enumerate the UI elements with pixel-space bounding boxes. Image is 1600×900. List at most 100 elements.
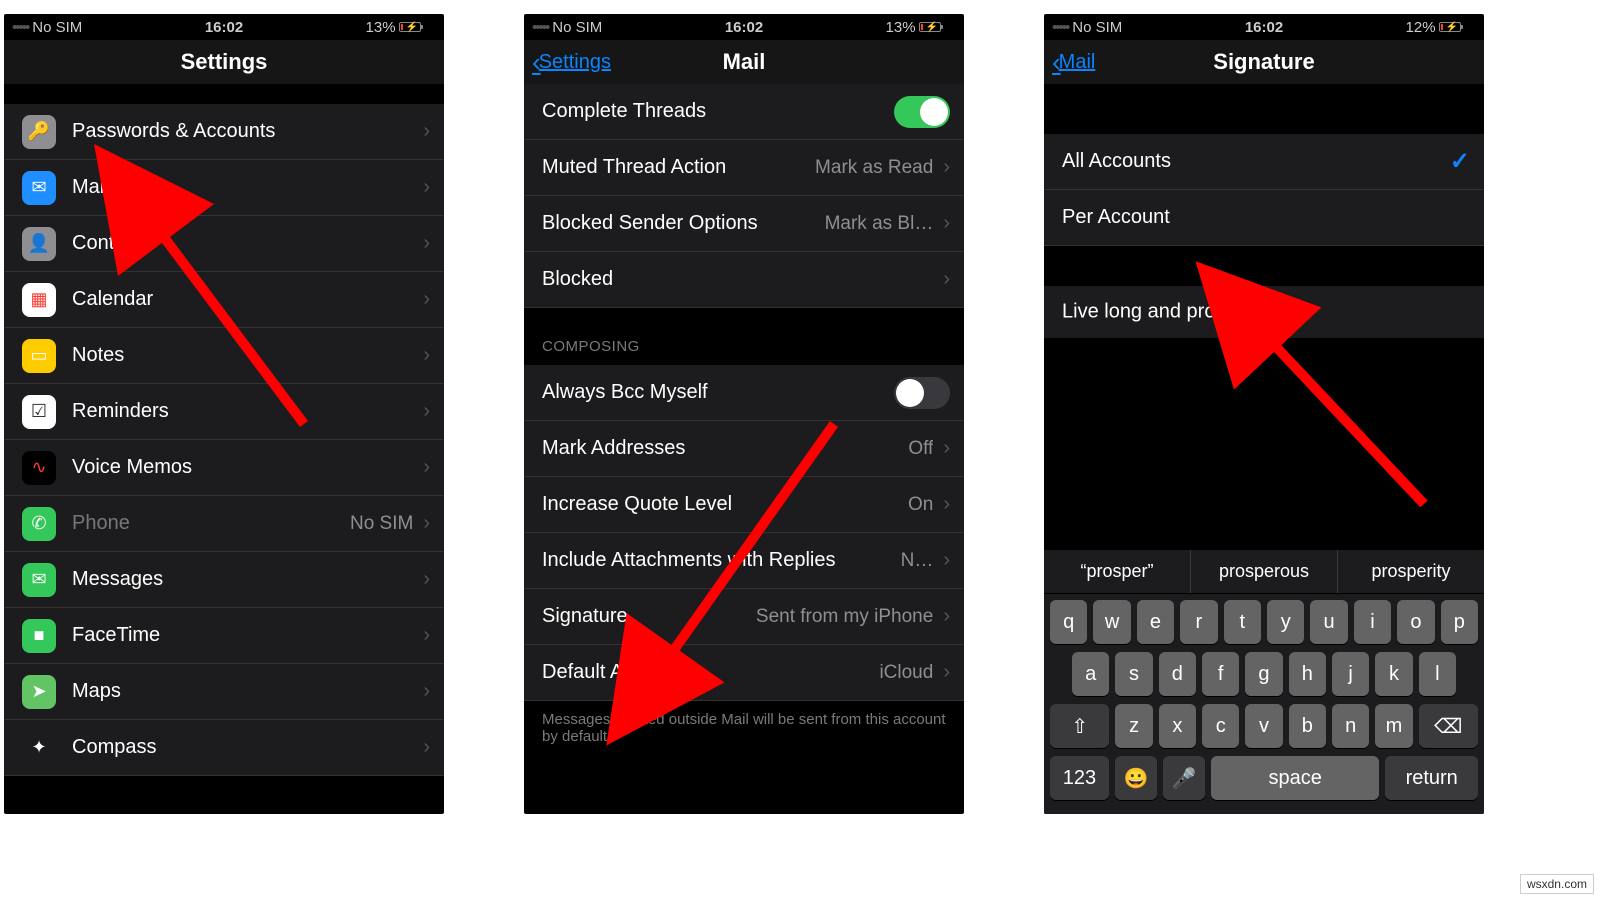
phone-icon: ✆: [22, 507, 56, 541]
suggestion-bar[interactable]: “prosper” prosperous prosperity: [1044, 550, 1484, 594]
status-bar: ••••• No SIM 16:02 13%⚡: [4, 14, 444, 40]
key-b[interactable]: b: [1289, 704, 1326, 748]
mail-icon: ✉︎: [22, 171, 56, 205]
suggestion[interactable]: prosperous: [1191, 550, 1338, 593]
row-label: Voice Memos: [72, 456, 413, 479]
key-r[interactable]: r: [1180, 600, 1217, 644]
page-title: Mail: [723, 49, 766, 75]
settings-row-messages[interactable]: ✉ Messages ›: [4, 552, 444, 608]
suggestion[interactable]: prosperity: [1338, 550, 1484, 593]
mic-key[interactable]: 🎤: [1163, 756, 1205, 800]
row-value: Mark as Read: [815, 157, 933, 179]
key-z[interactable]: z: [1115, 704, 1152, 748]
navbar-signature: ‹Mail Signature: [1044, 40, 1484, 84]
mail-row[interactable]: Mark AddressesOff›: [524, 421, 964, 477]
chevron-right-icon: ›: [943, 437, 950, 460]
composing-header: COMPOSING: [524, 308, 964, 365]
page-title: Settings: [181, 49, 268, 75]
row-label: Passwords & Accounts: [72, 120, 413, 143]
key-a[interactable]: a: [1072, 652, 1109, 696]
key-e[interactable]: e: [1137, 600, 1174, 644]
mail-row[interactable]: Blocked›: [524, 252, 964, 308]
numbers-key[interactable]: 123: [1050, 756, 1109, 800]
chevron-right-icon: ›: [423, 736, 430, 759]
settings-row-facetime[interactable]: ■ FaceTime ›: [4, 608, 444, 664]
chevron-right-icon: ›: [423, 120, 430, 143]
key-j[interactable]: j: [1332, 652, 1369, 696]
watermark: wsxdn.com: [1520, 874, 1594, 894]
delete-key[interactable]: ⌫: [1419, 704, 1478, 748]
key-q[interactable]: q: [1050, 600, 1087, 644]
row-label: Signature: [542, 605, 748, 628]
signature-input[interactable]: Live long and prosper: [1044, 286, 1484, 338]
key-t[interactable]: t: [1224, 600, 1261, 644]
mail-row[interactable]: Muted Thread ActionMark as Read›: [524, 140, 964, 196]
key-k[interactable]: k: [1375, 652, 1412, 696]
emoji-key[interactable]: 😀: [1115, 756, 1157, 800]
settings-row-calendar[interactable]: ▦ Calendar ›: [4, 272, 444, 328]
chevron-right-icon: ›: [423, 232, 430, 255]
key-p[interactable]: p: [1441, 600, 1478, 644]
row-value: Off: [908, 438, 933, 460]
settings-row-notes[interactable]: ▭ Notes ›: [4, 328, 444, 384]
toggle[interactable]: [894, 377, 950, 409]
key-o[interactable]: o: [1397, 600, 1434, 644]
settings-row-reminders[interactable]: ☑ Reminders ›: [4, 384, 444, 440]
mail-row[interactable]: Increase Quote LevelOn›: [524, 477, 964, 533]
settings-row-mail[interactable]: ✉︎ Mail ›: [4, 160, 444, 216]
chevron-right-icon: ›: [423, 344, 430, 367]
facetime-icon: ■: [22, 619, 56, 653]
mail-row[interactable]: Complete Threads: [524, 84, 964, 140]
passwords-icon: 🔑: [22, 115, 56, 149]
row-label: Contacts: [72, 232, 413, 255]
row-label: Complete Threads: [542, 100, 894, 123]
settings-row-contacts[interactable]: 👤 Contacts ›: [4, 216, 444, 272]
threads-list: Complete Threads Muted Thread ActionMark …: [524, 84, 964, 308]
key-s[interactable]: s: [1115, 652, 1152, 696]
key-h[interactable]: h: [1289, 652, 1326, 696]
key-l[interactable]: l: [1419, 652, 1456, 696]
key-d[interactable]: d: [1159, 652, 1196, 696]
shift-key[interactable]: ⇧: [1050, 704, 1109, 748]
row-label: Phone: [72, 512, 342, 535]
toggle[interactable]: [894, 96, 950, 128]
scope-row[interactable]: Per Account: [1044, 190, 1484, 246]
mail-row[interactable]: Always Bcc Myself: [524, 365, 964, 421]
settings-row-compass[interactable]: ✦ Compass ›: [4, 720, 444, 776]
settings-list: 🔑 Passwords & Accounts ›✉︎ Mail ›👤 Conta…: [4, 104, 444, 776]
key-m[interactable]: m: [1375, 704, 1412, 748]
chevron-right-icon: ›: [423, 568, 430, 591]
notes-icon: ▭: [22, 339, 56, 373]
row-label: Calendar: [72, 288, 413, 311]
mail-row[interactable]: Include Attachments with RepliesN…›: [524, 533, 964, 589]
key-f[interactable]: f: [1202, 652, 1239, 696]
navbar-mail: ‹Settings Mail: [524, 40, 964, 84]
key-v[interactable]: v: [1245, 704, 1282, 748]
space-key[interactable]: space: [1211, 756, 1379, 800]
key-w[interactable]: w: [1093, 600, 1130, 644]
mail-row[interactable]: Default AccountiCloud›: [524, 645, 964, 701]
key-g[interactable]: g: [1245, 652, 1282, 696]
mail-row[interactable]: SignatureSent from my iPhone›: [524, 589, 964, 645]
keyboard[interactable]: “prosper” prosperous prosperity qwertyui…: [1044, 550, 1484, 814]
scope-row[interactable]: All Accounts✓: [1044, 134, 1484, 190]
key-i[interactable]: i: [1354, 600, 1391, 644]
row-label: FaceTime: [72, 624, 413, 647]
row-value: Mark as Bl…: [825, 213, 934, 235]
row-label: Compass: [72, 736, 413, 759]
back-button[interactable]: ‹Settings: [532, 40, 611, 84]
return-key[interactable]: return: [1385, 756, 1478, 800]
settings-row-passwords[interactable]: 🔑 Passwords & Accounts ›: [4, 104, 444, 160]
mail-row[interactable]: Blocked Sender OptionsMark as Bl…›: [524, 196, 964, 252]
key-c[interactable]: c: [1202, 704, 1239, 748]
key-y[interactable]: y: [1267, 600, 1304, 644]
settings-row-phone[interactable]: ✆ Phone No SIM ›: [4, 496, 444, 552]
key-u[interactable]: u: [1310, 600, 1347, 644]
key-n[interactable]: n: [1332, 704, 1369, 748]
back-button[interactable]: ‹Mail: [1052, 40, 1095, 84]
settings-row-maps[interactable]: ➤ Maps ›: [4, 664, 444, 720]
chevron-right-icon: ›: [423, 512, 430, 535]
suggestion[interactable]: “prosper”: [1044, 550, 1191, 593]
settings-row-voice-memos[interactable]: ∿ Voice Memos ›: [4, 440, 444, 496]
key-x[interactable]: x: [1159, 704, 1196, 748]
